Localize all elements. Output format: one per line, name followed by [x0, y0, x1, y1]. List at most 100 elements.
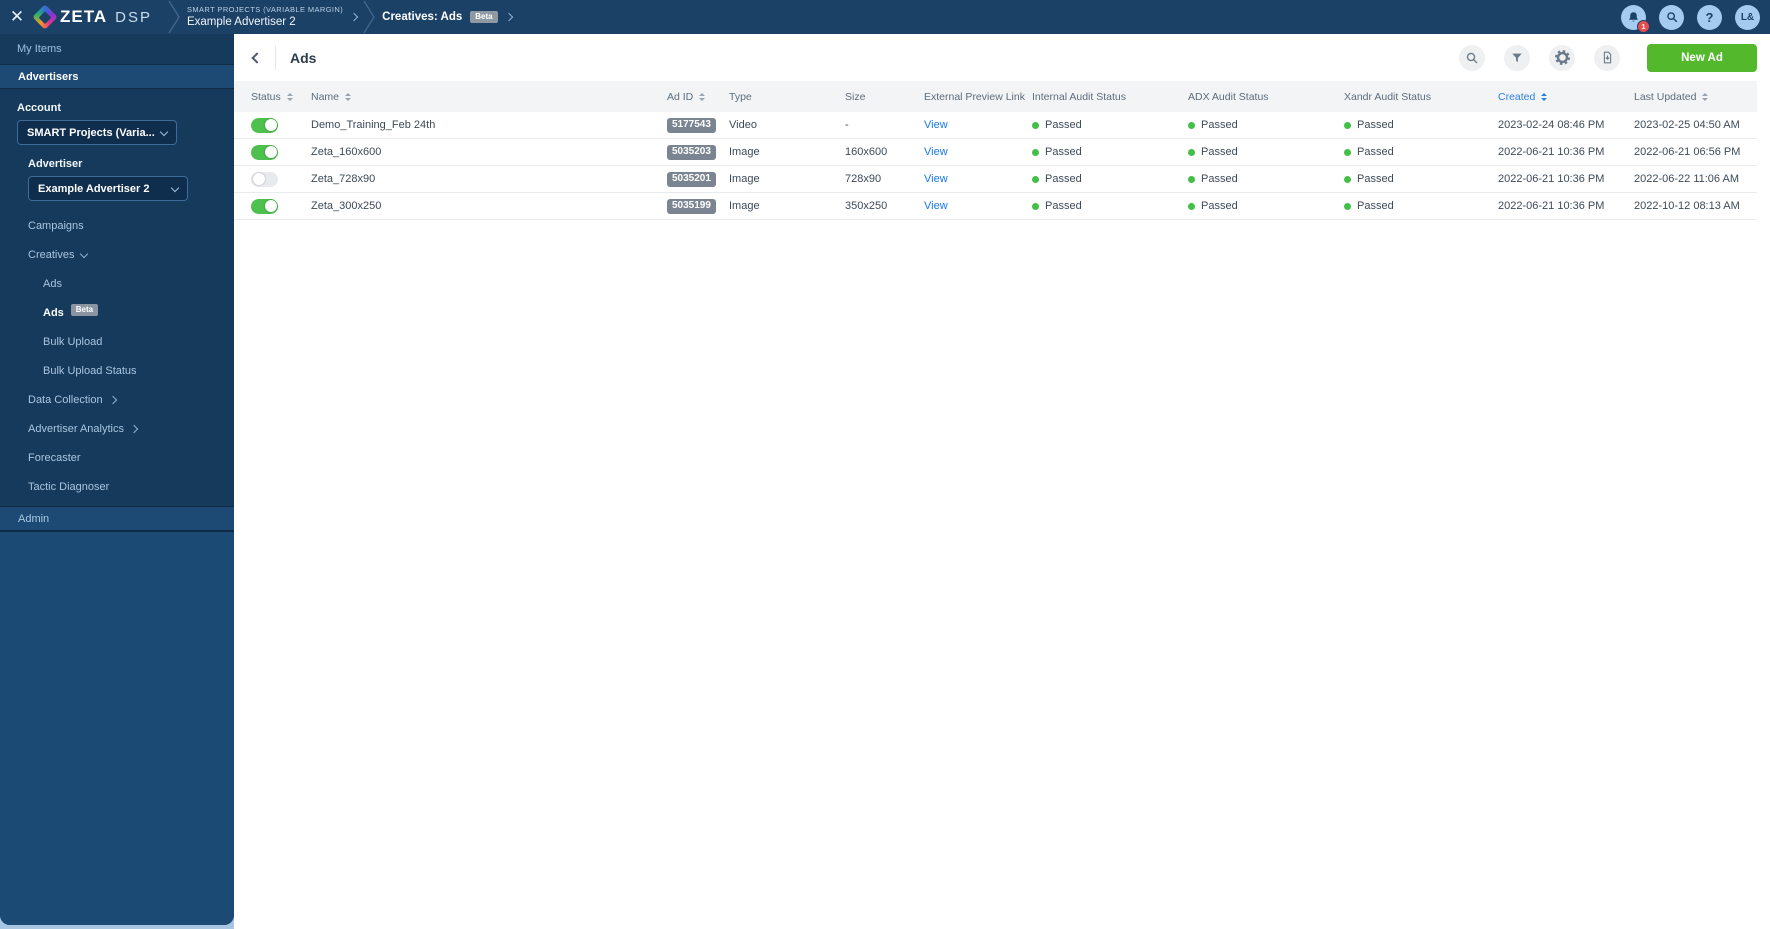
table-row[interactable]: Demo_Training_Feb 24th 5177543 Video - V… [234, 112, 1757, 139]
sidebar-item-forecaster[interactable]: Forecaster [0, 443, 234, 472]
status-toggle[interactable] [251, 171, 278, 187]
toggle-knob [264, 119, 277, 131]
sidebar-item-ads-beta[interactable]: Ads Beta [0, 298, 234, 327]
table-row[interactable]: Zeta_300x250 5035199 Image 350x250 View … [234, 193, 1757, 220]
ad-size: - [845, 119, 849, 131]
chevron-right-icon [108, 395, 117, 404]
new-ad-button[interactable]: New Ad [1647, 43, 1757, 72]
external-preview-view-link[interactable]: View [924, 173, 948, 185]
logo-text: ZETA [60, 7, 108, 26]
column-header-size: Size [845, 91, 924, 103]
status-dot-icon [1344, 202, 1351, 210]
ad-name[interactable]: Zeta_160x600 [311, 146, 381, 158]
sidebar-section-admin[interactable]: Admin [0, 506, 234, 531]
status-dot-icon [1032, 202, 1039, 210]
breadcrumb-separator-icon [168, 0, 180, 34]
search-button[interactable] [1459, 44, 1485, 71]
page-title: Ads [290, 49, 317, 66]
ad-name[interactable]: Zeta_300x250 [311, 200, 381, 212]
status-toggle[interactable] [251, 117, 278, 133]
status-dot-icon [1344, 175, 1351, 183]
sidebar-item-my-items[interactable]: My Items [0, 34, 234, 64]
column-label: Internal Audit Status [1032, 90, 1126, 103]
ad-type: Image [729, 146, 760, 158]
sidebar-item-creatives[interactable]: Creatives [0, 240, 234, 269]
zeta-dsp-logo[interactable]: ZETA DSP [32, 4, 152, 30]
column-header-status[interactable]: Status [251, 91, 311, 103]
internal-audit-status: Passed [1045, 200, 1082, 212]
sidebar-item-campaigns[interactable]: Campaigns [0, 211, 234, 240]
external-preview-view-link[interactable]: View [924, 119, 948, 131]
column-header-name[interactable]: Name [311, 91, 667, 103]
column-header-internal-audit-status: Internal Audit Status [1032, 91, 1188, 103]
sidebar-item-advertiser-analytics[interactable]: Advertiser Analytics [0, 414, 234, 443]
column-label: Size [845, 90, 866, 103]
table-row[interactable]: Zeta_160x600 5035203 Image 160x600 View … [234, 139, 1757, 166]
status-toggle[interactable] [251, 198, 278, 214]
chevron-right-icon [504, 12, 513, 22]
filter-icon [1512, 53, 1522, 62]
internal-audit-status: Passed [1045, 173, 1082, 185]
external-preview-view-link[interactable]: View [924, 146, 948, 158]
chevron-right-icon [349, 12, 359, 22]
my-items-label: My Items [17, 43, 62, 55]
sidebar-item-data-collection[interactable]: Data Collection [0, 385, 234, 414]
sidebar-section-advertisers[interactable]: Advertisers [0, 64, 234, 89]
file-download-icon [1603, 51, 1611, 64]
column-header-ad-id[interactable]: Ad ID [667, 91, 729, 103]
ad-id-badge: 5177543 [667, 117, 716, 133]
column-label: ADX Audit Status [1188, 90, 1269, 103]
help-button[interactable]: ? [1697, 4, 1722, 30]
sidebar-item-label: Campaigns [28, 219, 84, 232]
filter-button[interactable] [1504, 44, 1530, 71]
account-select[interactable]: SMART Projects (Varia... [17, 120, 177, 145]
column-header-type: Type [729, 91, 845, 103]
column-label: Name [311, 90, 340, 103]
user-avatar[interactable]: L& [1735, 4, 1760, 30]
back-button[interactable] [249, 50, 265, 66]
sidebar-item-ads[interactable]: Ads [0, 269, 234, 298]
column-header-created[interactable]: Created [1498, 91, 1634, 103]
advertiser-select-value: Example Advertiser 2 [38, 182, 150, 195]
ad-name[interactable]: Demo_Training_Feb 24th [311, 119, 435, 131]
chevron-down-icon [170, 183, 180, 192]
close-icon[interactable]: ✕ [0, 0, 34, 34]
sidebar-item-bulk-upload-status[interactable]: Bulk Upload Status [0, 356, 234, 385]
created-date: 2022-06-21 10:36 PM [1498, 200, 1605, 212]
export-button[interactable] [1594, 44, 1620, 71]
table-row[interactable]: Zeta_728x90 5035201 Image 728x90 View Pa… [234, 166, 1757, 193]
sort-icon [1702, 92, 1709, 101]
column-header-last-updated[interactable]: Last Updated [1634, 91, 1757, 103]
column-label: Status [251, 90, 281, 103]
settings-button[interactable] [1549, 44, 1575, 71]
beta-badge: Beta [70, 303, 99, 316]
sort-icon [699, 92, 706, 101]
notifications-button[interactable]: 1 [1621, 4, 1650, 33]
status-dot-icon [1032, 175, 1039, 183]
status-toggle[interactable] [251, 144, 278, 160]
toggle-knob [264, 200, 277, 212]
breadcrumb-account[interactable]: SMART PROJECTS (VARIABLE MARGIN) Example… [186, 5, 359, 29]
created-date: 2023-02-24 08:46 PM [1498, 119, 1605, 131]
sidebar-item-tactic-diagnoser[interactable]: Tactic Diagnoser [0, 472, 234, 501]
avatar-initials: L& [1740, 11, 1755, 23]
gear-icon [1554, 50, 1570, 65]
ad-name[interactable]: Zeta_728x90 [311, 173, 375, 185]
sidebar-nav: Campaigns Creatives Ads Ads Beta Bulk Up… [0, 211, 234, 501]
header-divider [275, 45, 276, 70]
breadcrumb-account-label: SMART PROJECTS (VARIABLE MARGIN) [186, 5, 344, 15]
toggle-knob [252, 173, 265, 185]
breadcrumb-separator-icon [363, 0, 375, 34]
status-dot-icon [1188, 148, 1195, 156]
advertiser-select[interactable]: Example Advertiser 2 [28, 176, 188, 201]
sidebar-item-label: Advertiser Analytics [28, 422, 124, 435]
advertisers-label: Advertisers [18, 70, 79, 83]
breadcrumb-section[interactable]: Creatives: Ads Beta [382, 11, 513, 23]
internal-audit-status: Passed [1045, 146, 1082, 158]
column-label: Xandr Audit Status [1344, 90, 1431, 103]
sidebar-item-label: Bulk Upload [43, 335, 103, 348]
global-search-button[interactable] [1659, 4, 1684, 30]
chevron-down-icon [159, 127, 169, 136]
sidebar-item-bulk-upload[interactable]: Bulk Upload [0, 327, 234, 356]
external-preview-view-link[interactable]: View [924, 200, 948, 212]
